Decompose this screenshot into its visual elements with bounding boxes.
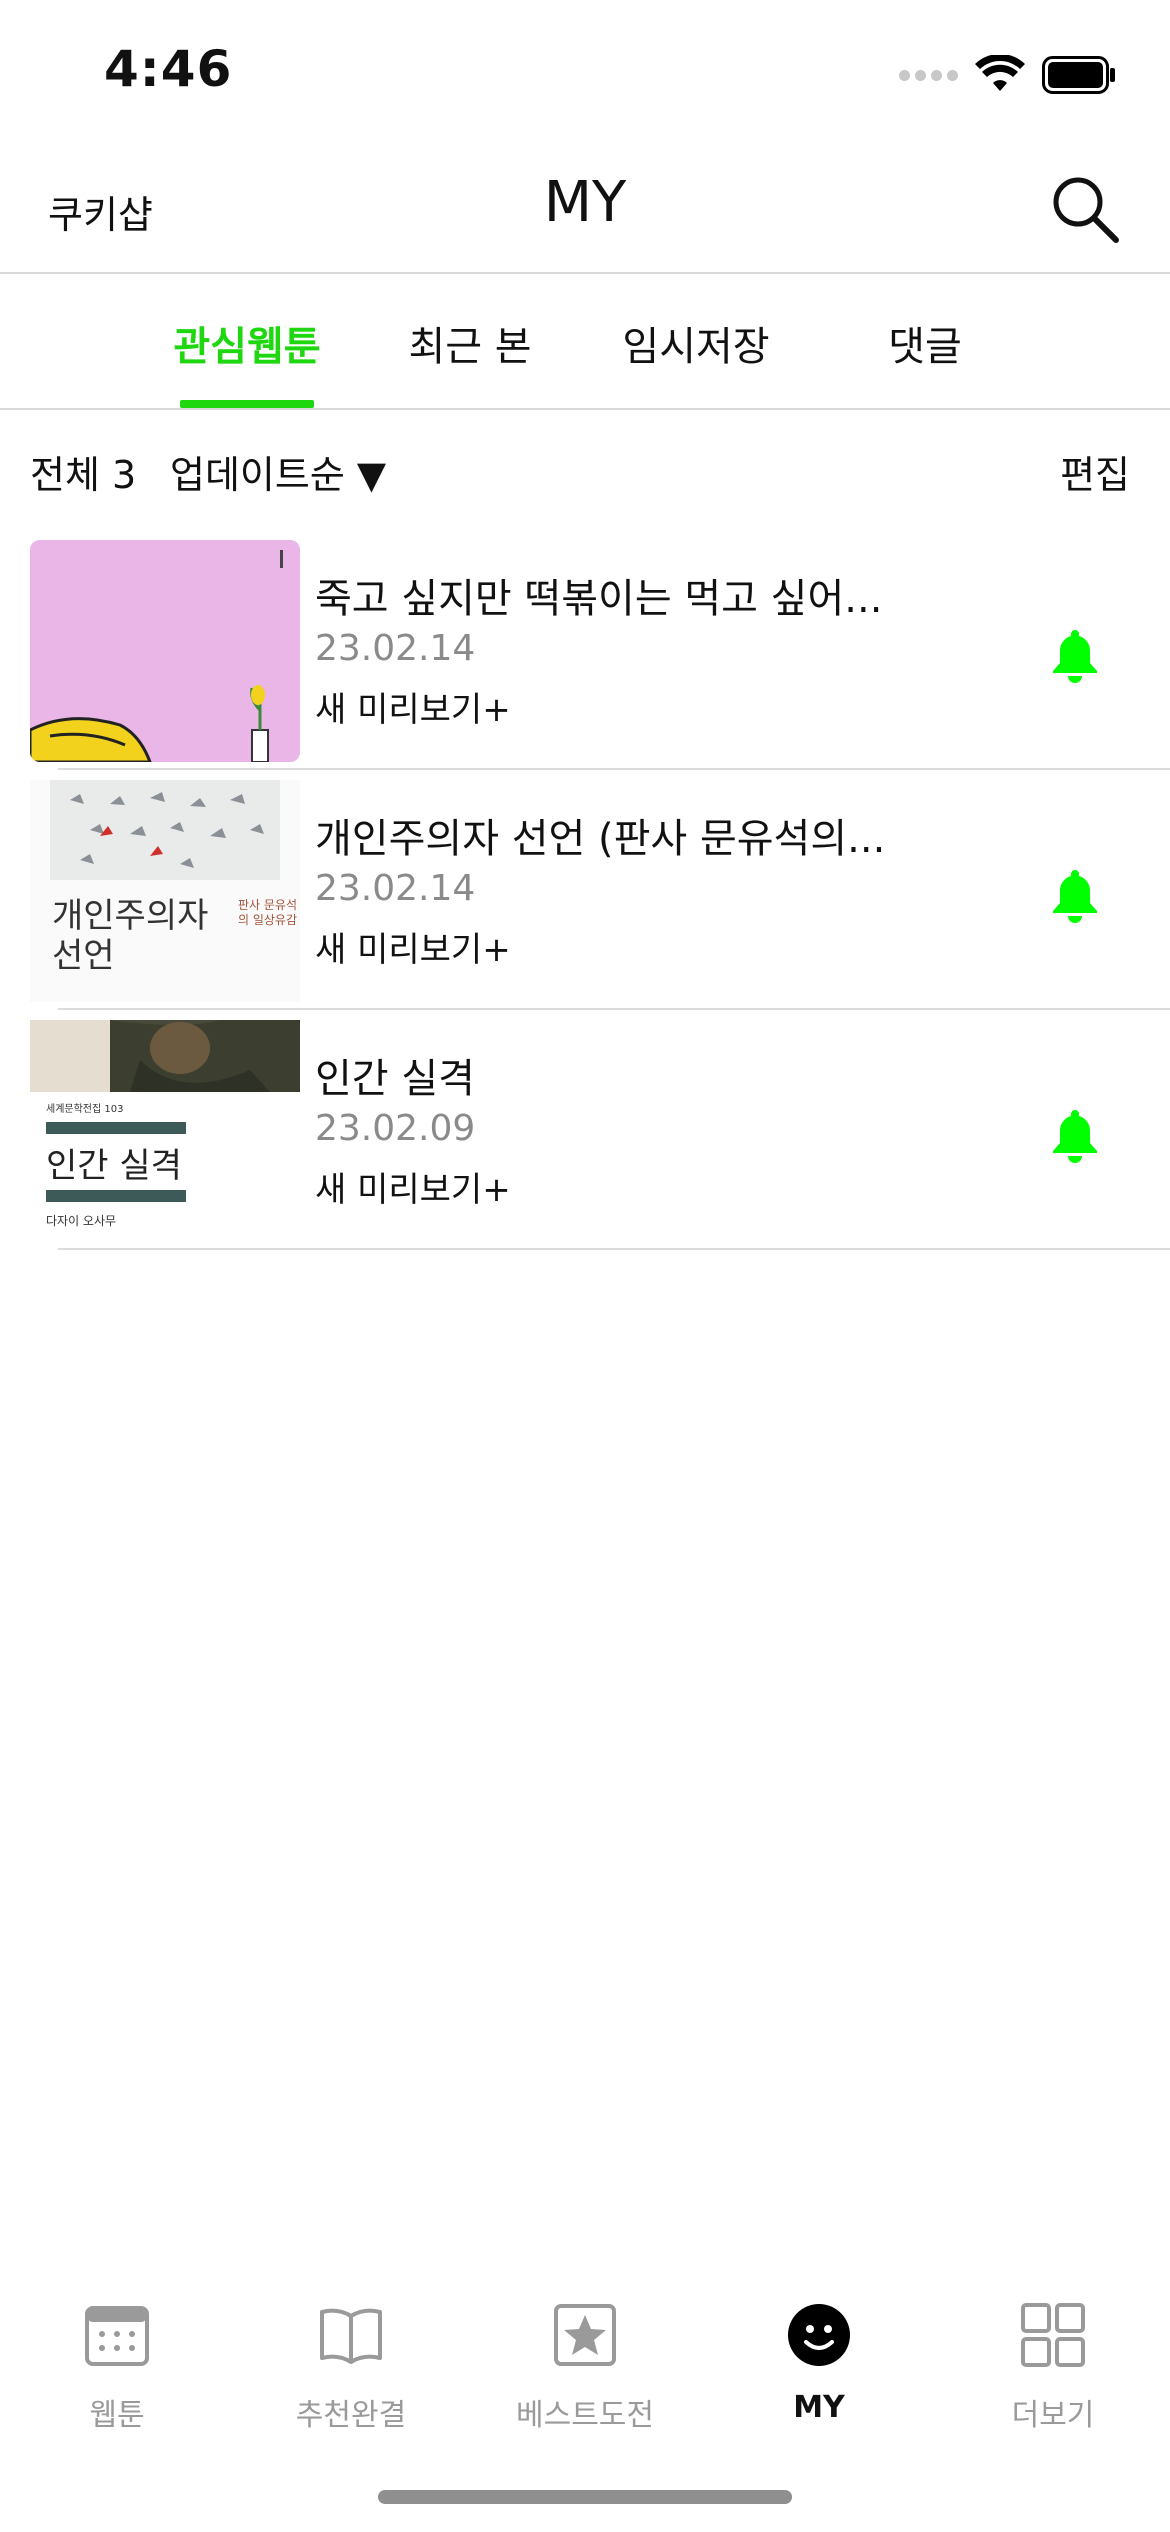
cover-title: 개인주의자 선언 [52, 896, 209, 976]
grid-icon [1021, 2303, 1085, 2367]
filter-row: 전체 3 업데이트순 ▼ 편집 [0, 410, 1170, 530]
tabbar-item-more[interactable]: 더보기 [936, 2290, 1170, 2450]
cover-tagline: 판사 문유석의 일상유감 [238, 898, 298, 927]
item-date: 23.02.09 [315, 1108, 476, 1149]
tabbar-item-webtoon[interactable]: 웹툰 [0, 2290, 234, 2450]
new-preview-label: 새 미리보기+ [315, 930, 511, 970]
tabbar-label: 추천완결 [295, 2398, 407, 2433]
tab-drafts[interactable]: 임시저장 [616, 314, 776, 372]
tabbar-label: MY [793, 2390, 845, 2425]
bell-icon[interactable] [1048, 1106, 1102, 1164]
bottom-tab-bar: 웹툰 추천완결 베스트도전 MY 더보기 [0, 2290, 1170, 2450]
active-tab-indicator [180, 400, 314, 408]
list-item[interactable]: 세계문학전집 103 인간 실격 다자이 오사무 인간 실격 23.02.09 … [0, 1010, 1170, 1250]
book-icon [320, 2308, 382, 2364]
tabbar-item-best-challenge[interactable]: 베스트도전 [468, 2290, 702, 2450]
new-preview-label: 새 미리보기+ [315, 690, 511, 730]
status-indicators [899, 50, 1116, 100]
item-date: 23.02.14 [315, 868, 476, 909]
page-title: MY [543, 170, 627, 235]
cover-thumbnail: 세계문학전집 103 인간 실격 다자이 오사무 [30, 1020, 300, 1242]
signal-icon [899, 69, 958, 81]
new-preview-label: 새 미리보기+ [315, 1170, 511, 1210]
bell-icon[interactable] [1048, 626, 1102, 684]
tabbar-label: 더보기 [1011, 2398, 1095, 2433]
row-divider [58, 1248, 1170, 1250]
sort-dropdown[interactable]: 업데이트순 ▼ [170, 444, 386, 499]
cover-title: 인간 실격 [46, 1146, 182, 1186]
cover-thumbnail: 개인주의자 선언 판사 문유석의 일상유감 [30, 780, 300, 1002]
navigation-bar: 쿠키샵 MY [0, 140, 1170, 274]
bell-icon[interactable] [1048, 866, 1102, 924]
cover-author: 다자이 오사무 [46, 1214, 117, 1228]
list-item[interactable]: 개인주의자 선언 판사 문유석의 일상유감 개인주의자 선언 (판사 문유석의.… [0, 770, 1170, 1010]
item-title: 죽고 싶지만 떡볶이는 먹고 싶어... [315, 576, 883, 622]
tab-recent[interactable]: 최근 본 [400, 314, 540, 372]
tab-comments[interactable]: 댓글 [870, 314, 980, 372]
tabbar-item-my[interactable]: MY [702, 2290, 936, 2450]
item-date: 23.02.14 [315, 628, 476, 669]
calendar-icon [85, 2306, 149, 2366]
tabbar-label: 베스트도전 [516, 2398, 654, 2433]
star-icon [554, 2304, 616, 2366]
battery-icon [1042, 56, 1115, 94]
tabbar-label: 웹툰 [89, 2398, 145, 2433]
status-time: 4:46 [104, 40, 233, 98]
smiley-icon [788, 2304, 850, 2366]
edit-button[interactable]: 편집 [1060, 444, 1130, 499]
wifi-icon [975, 55, 1025, 91]
tab-favorites[interactable]: 관심웹툰 [172, 314, 322, 372]
list-item[interactable]: 죽고 싶지만 떡볶이는 먹고 싶어... 23.02.14 새 미리보기+ [0, 530, 1170, 770]
cover-thumbnail [30, 540, 300, 762]
item-title: 인간 실격 [315, 1056, 475, 1102]
search-icon[interactable] [1050, 174, 1120, 244]
total-count: 전체 3 [30, 453, 137, 497]
item-title: 개인주의자 선언 (판사 문유석의... [315, 816, 886, 862]
status-bar: 4:46 [0, 0, 1170, 140]
tabbar-item-recommended[interactable]: 추천완결 [234, 2290, 468, 2450]
cover-series: 세계문학전집 103 [46, 1104, 124, 1115]
my-tabs: 관심웹툰 최근 본 임시저장 댓글 [0, 276, 1170, 410]
home-indicator[interactable] [378, 2490, 792, 2504]
